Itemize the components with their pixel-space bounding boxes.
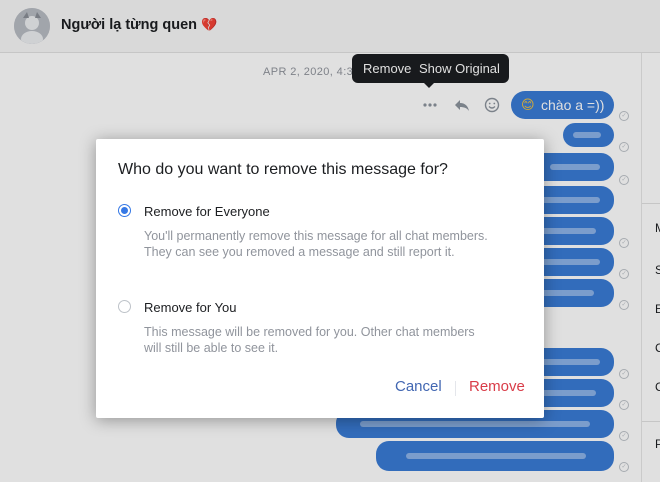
- remove-message-dialog: Who do you want to remove this message f…: [96, 139, 544, 418]
- radio-remove-for-everyone[interactable]: [118, 204, 131, 217]
- remove-button[interactable]: Remove: [469, 378, 525, 395]
- option-label-remove-for-you[interactable]: Remove for You: [144, 300, 237, 315]
- dialog-title: Who do you want to remove this message f…: [118, 161, 448, 178]
- option-label-remove-for-everyone[interactable]: Remove for Everyone: [144, 204, 270, 219]
- radio-remove-for-you[interactable]: [118, 300, 131, 313]
- option-description-remove-for-everyone: You'll permanently remove this message f…: [144, 229, 488, 259]
- option-description-remove-for-you: This message will be removed for you. Ot…: [144, 325, 475, 355]
- cancel-button[interactable]: Cancel: [395, 378, 442, 395]
- button-divider: [455, 381, 456, 396]
